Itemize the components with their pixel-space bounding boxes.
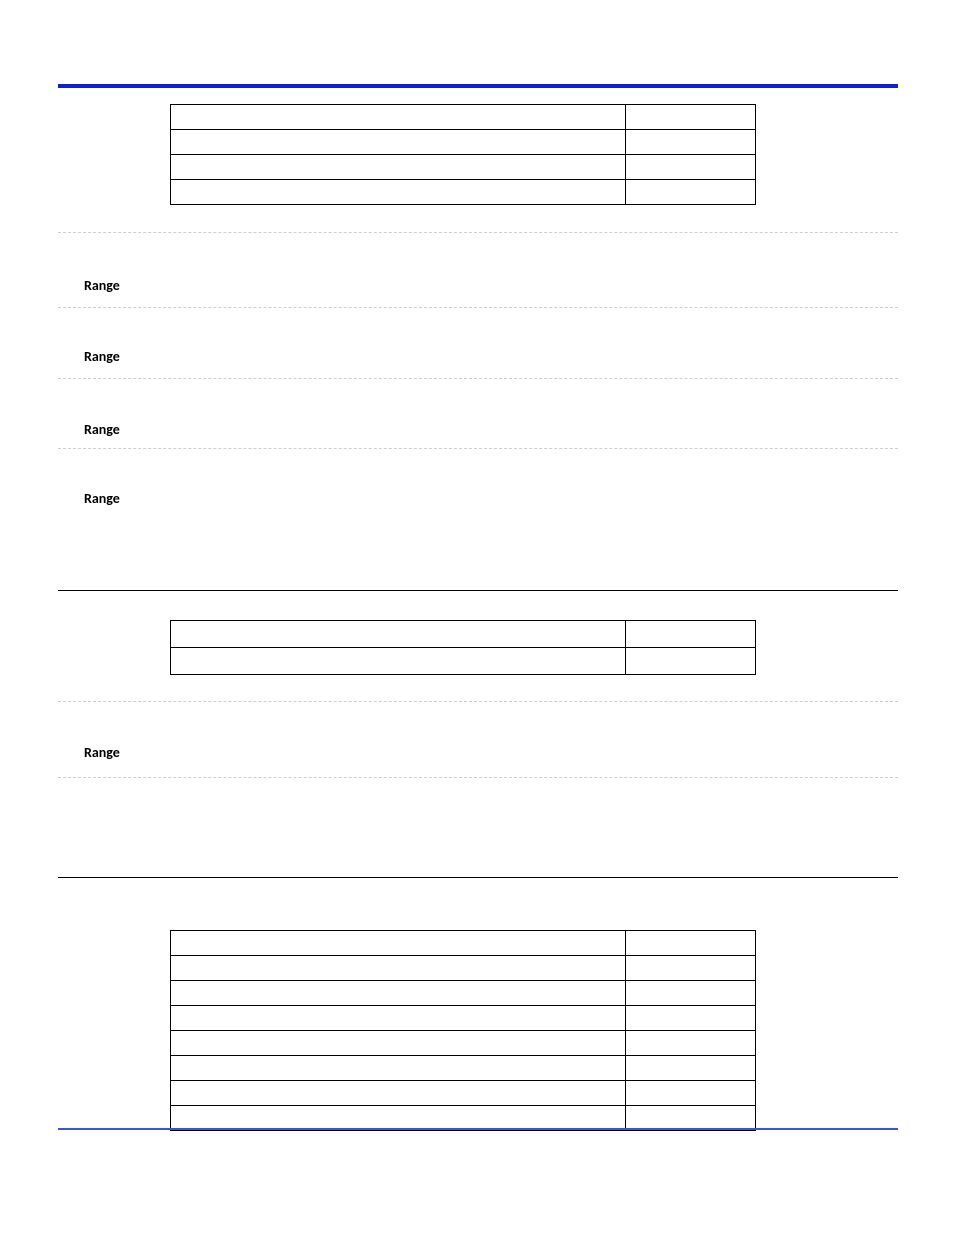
bottom-border-line <box>58 1128 898 1130</box>
table-row <box>171 1006 756 1031</box>
table-cell <box>171 130 626 155</box>
table-row <box>171 956 756 981</box>
table-row <box>171 155 756 180</box>
table-cell <box>171 1056 626 1081</box>
table-row <box>171 931 756 956</box>
table-cell <box>171 1106 626 1131</box>
table-row <box>171 105 756 130</box>
table-cell <box>171 1006 626 1031</box>
table-cell <box>625 621 755 648</box>
table-row <box>171 1056 756 1081</box>
solid-separator <box>58 877 898 878</box>
table-cell <box>171 180 626 205</box>
table-cell <box>625 105 755 130</box>
table-section-3 <box>170 930 756 1131</box>
dashed-separator <box>58 448 898 449</box>
table-row <box>171 648 756 675</box>
table-cell <box>625 931 755 956</box>
dashed-separator <box>58 378 898 379</box>
table-cell <box>625 130 755 155</box>
table-section-2 <box>170 620 756 675</box>
dashed-separator <box>58 777 898 778</box>
dashed-separator <box>58 232 898 233</box>
range-heading: Range <box>84 490 120 507</box>
table-cell <box>625 648 755 675</box>
table-cell <box>171 956 626 981</box>
table-row <box>171 1081 756 1106</box>
table-row <box>171 1106 756 1131</box>
table-row <box>171 1031 756 1056</box>
table-row <box>171 981 756 1006</box>
range-heading: Range <box>84 348 120 365</box>
table-cell <box>171 621 626 648</box>
table-section-1 <box>170 104 756 205</box>
dashed-separator <box>58 701 898 702</box>
table-cell <box>171 981 626 1006</box>
table-cell <box>171 1081 626 1106</box>
table-cell <box>171 1031 626 1056</box>
table-cell <box>625 1106 755 1131</box>
table-row <box>171 180 756 205</box>
top-border-line <box>58 84 898 88</box>
table-cell <box>625 1006 755 1031</box>
table-cell <box>625 1031 755 1056</box>
range-heading: Range <box>84 744 120 761</box>
table-cell <box>625 956 755 981</box>
table-cell <box>171 648 626 675</box>
table-cell <box>625 1081 755 1106</box>
table-cell <box>625 981 755 1006</box>
table-cell <box>171 931 626 956</box>
range-heading: Range <box>84 421 120 438</box>
dashed-separator <box>58 307 898 308</box>
table-cell <box>625 155 755 180</box>
table-row <box>171 621 756 648</box>
table-cell <box>171 105 626 130</box>
solid-separator <box>58 590 898 591</box>
table-row <box>171 130 756 155</box>
range-heading: Range <box>84 277 120 294</box>
table-cell <box>625 1056 755 1081</box>
table-cell <box>171 155 626 180</box>
table-cell <box>625 180 755 205</box>
